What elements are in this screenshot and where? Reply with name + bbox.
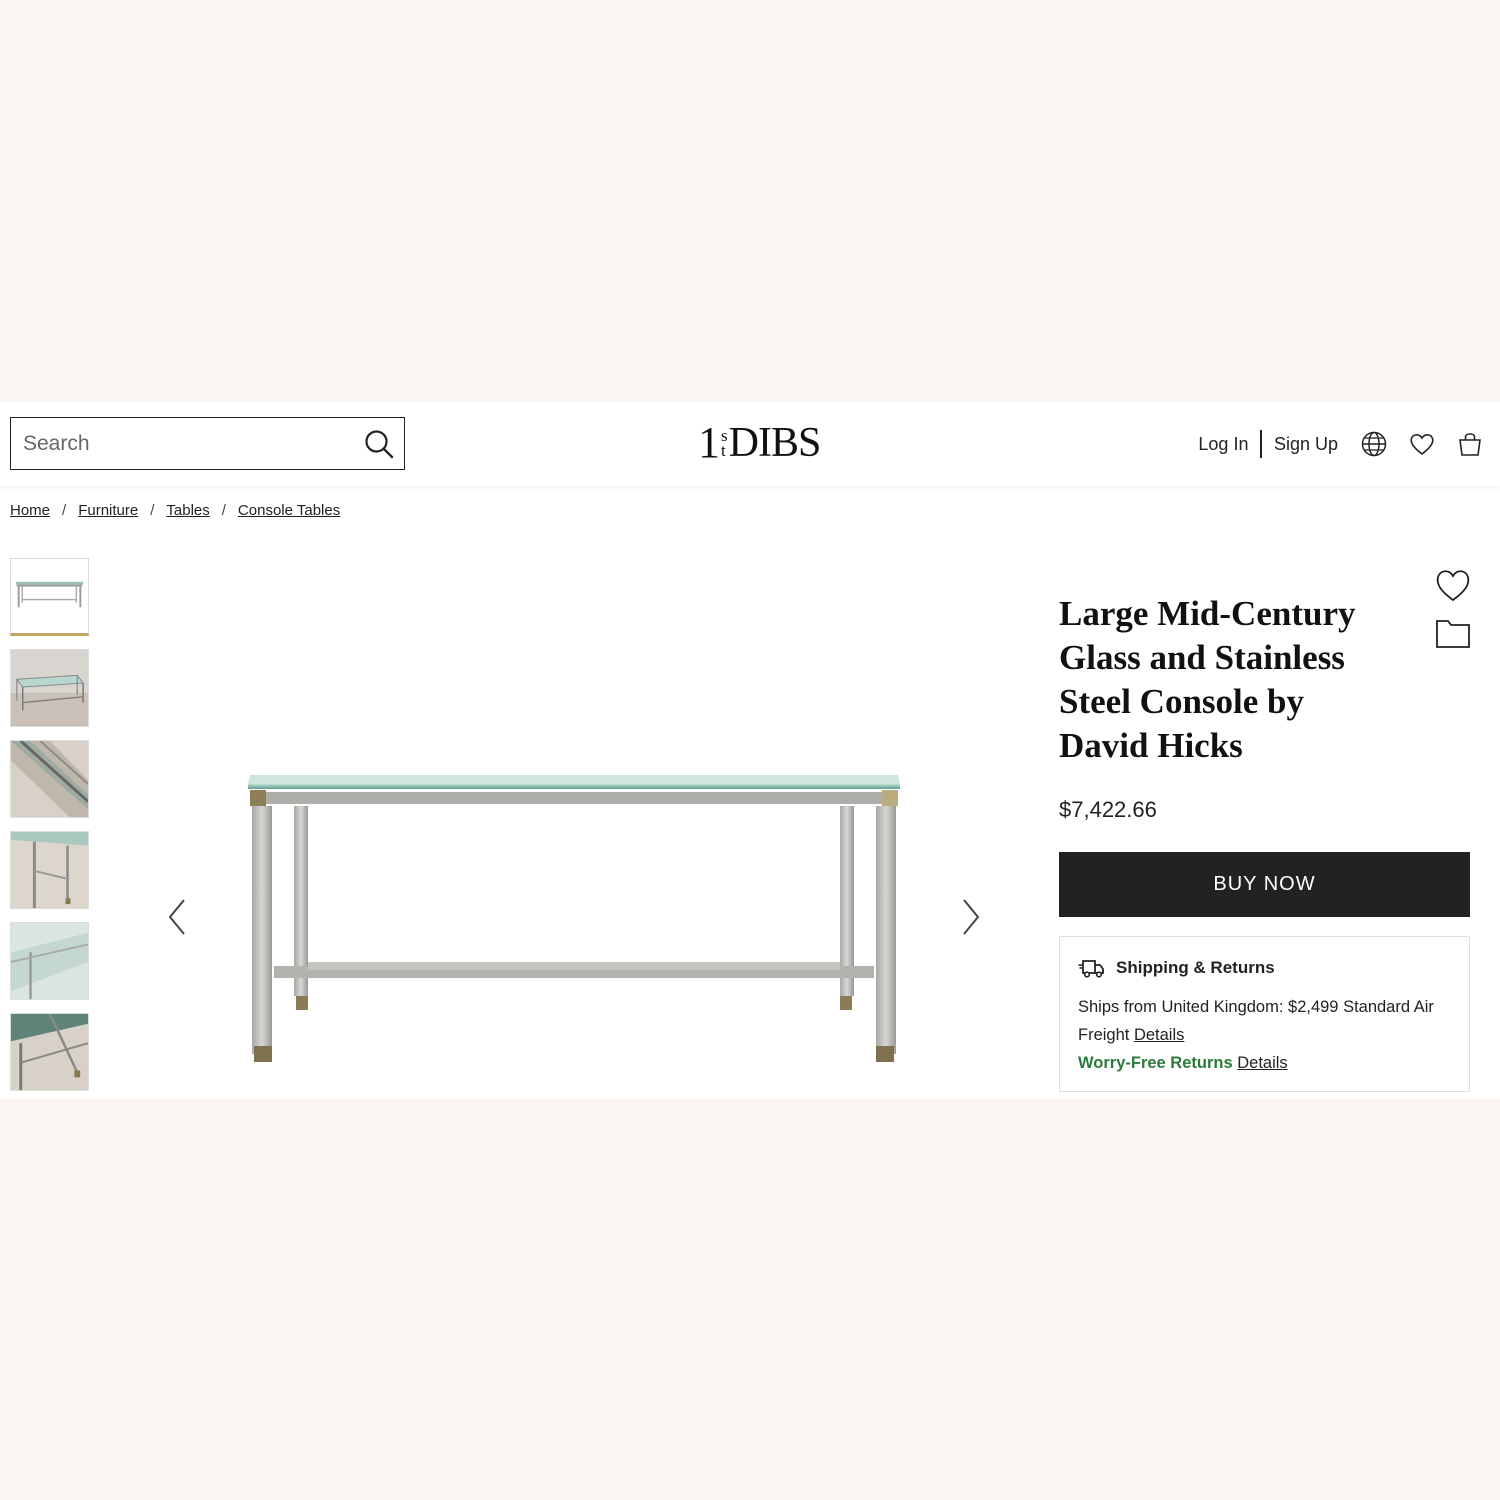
returns-details-link[interactable]: Details [1237, 1054, 1287, 1072]
breadcrumb-tables[interactable]: Tables [166, 502, 209, 519]
login-link[interactable]: Log In [1198, 434, 1248, 455]
truck-icon [1078, 960, 1104, 978]
shipping-text-line: Ships from United Kingdom: $2,499 Standa… [1078, 993, 1451, 1049]
logo-one: 1 [698, 418, 720, 467]
returns-label: Worry-Free Returns [1078, 1054, 1233, 1072]
thumbnail-1[interactable] [10, 558, 89, 636]
thumbnail-list [10, 558, 90, 1098]
folder-icon[interactable] [1434, 616, 1472, 650]
buy-now-button[interactable]: BUY NOW [1059, 852, 1470, 917]
thumbnail-3[interactable] [10, 740, 89, 818]
favorite-heart-icon[interactable] [1434, 566, 1472, 604]
shopping-bag-icon[interactable] [1456, 430, 1484, 458]
signup-link[interactable]: Sign Up [1274, 434, 1338, 455]
breadcrumb-separator: / [62, 502, 67, 519]
search-input[interactable] [23, 427, 353, 461]
breadcrumb-console-tables[interactable]: Console Tables [238, 502, 340, 519]
page-frame: 1 s t DIBS Log In Sign Up [0, 402, 1500, 1098]
search-box[interactable] [10, 417, 405, 470]
thumbnail-5[interactable] [10, 922, 89, 1000]
globe-icon[interactable] [1360, 430, 1388, 458]
search-icon[interactable] [364, 429, 394, 459]
heart-icon[interactable] [1408, 430, 1436, 458]
logo-t: t [721, 441, 726, 460]
site-logo[interactable]: 1 s t DIBS [698, 418, 822, 467]
logo-st: s t [721, 427, 728, 460]
header-actions: Log In Sign Up [1198, 426, 1484, 462]
chevron-left-icon[interactable] [164, 896, 192, 938]
shipping-heading: Shipping & Returns [1116, 958, 1275, 977]
returns-line: Worry-Free Returns Details [1078, 1049, 1451, 1077]
breadcrumb-separator: / [221, 502, 226, 519]
shipping-text: Ships from United Kingdom: $2,499 Standa… [1078, 998, 1434, 1044]
header-divider [1260, 430, 1262, 458]
shipping-details-link[interactable]: Details [1134, 1026, 1184, 1044]
thumbnail-4[interactable] [10, 831, 89, 909]
main-product-image [230, 762, 920, 1072]
product-title: Large Mid-Century Glass and Stainless St… [1059, 594, 1356, 765]
logo-dibs: DIBS [728, 420, 822, 466]
breadcrumb: Home / Furniture / Tables / Console Tabl… [10, 502, 340, 519]
thumbnail-2[interactable] [10, 649, 89, 727]
shipping-returns-box: Shipping & Returns Ships from United Kin… [1059, 936, 1470, 1092]
thumbnail-6[interactable] [10, 1013, 89, 1091]
breadcrumb-furniture[interactable]: Furniture [78, 502, 138, 519]
shipping-heading-row: Shipping & Returns [1078, 957, 1451, 979]
site-header: 1 s t DIBS Log In Sign Up [0, 402, 1500, 486]
chevron-right-icon[interactable] [956, 896, 984, 938]
product-price: $7,422.66 [1059, 797, 1157, 822]
breadcrumb-home[interactable]: Home [10, 502, 50, 519]
breadcrumb-separator: / [150, 502, 155, 519]
